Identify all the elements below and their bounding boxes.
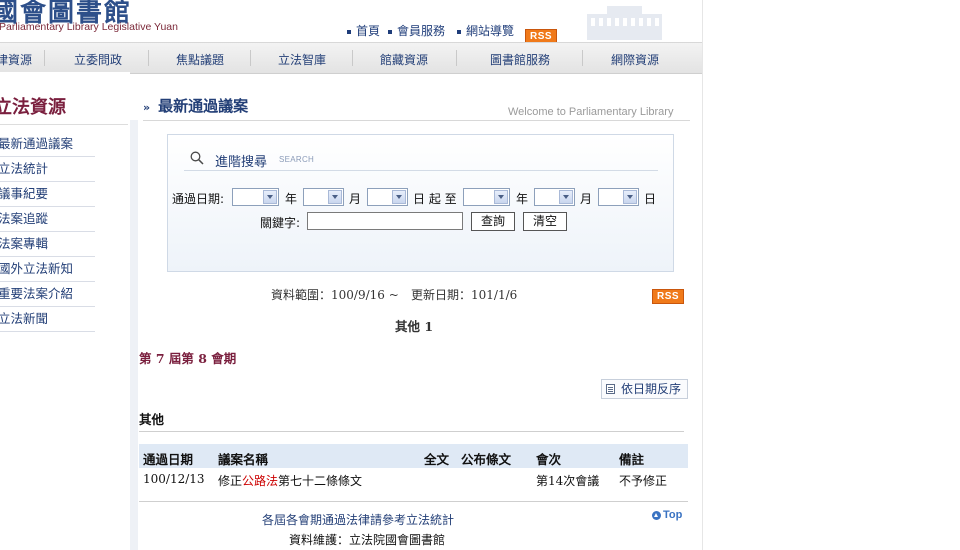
sidebar-item-latest-bills[interactable]: 最新通過議案 bbox=[0, 132, 95, 157]
header-rss-button[interactable]: RSS bbox=[525, 24, 558, 44]
main-navigation: 法律資源 立委問政 焦點議題 立法智庫 館藏資源 圖書館服務 網際資源 bbox=[0, 42, 702, 74]
category-heading: 其他 bbox=[139, 412, 165, 427]
sidebar-item-news[interactable]: 立法新聞 bbox=[0, 307, 95, 332]
nav-separator bbox=[582, 50, 583, 66]
sidebar-item-statistics[interactable]: 立法統計 bbox=[0, 157, 95, 182]
col-session: 會次 bbox=[536, 452, 562, 467]
keyword-label: 關鍵字: bbox=[260, 216, 301, 230]
maintainer-text: 資料維護：立法院國會圖書館 bbox=[289, 533, 446, 547]
query-button[interactable]: 查詢 bbox=[471, 212, 515, 231]
site-logo-english: Parliamentary Library Legislative Yuan bbox=[0, 21, 178, 33]
nav-item-internet[interactable]: 網際資源 bbox=[611, 51, 659, 68]
top-link-home[interactable]: 首頁 bbox=[347, 22, 380, 39]
nav-separator bbox=[456, 50, 457, 66]
to-month-select[interactable] bbox=[534, 188, 575, 206]
top-link-sitemap[interactable]: 網站導覽 bbox=[457, 22, 514, 39]
nav-item-law[interactable]: 法律資源 bbox=[0, 51, 32, 68]
col-name: 議案名稱 bbox=[218, 452, 269, 467]
col-published: 公布條文 bbox=[461, 452, 512, 467]
highlight-keyword: 公路法 bbox=[242, 474, 279, 488]
keyword-input[interactable] bbox=[307, 212, 463, 230]
nav-separator bbox=[352, 50, 353, 66]
to-year-label: 年 bbox=[516, 192, 529, 206]
rss-icon: RSS bbox=[652, 289, 685, 304]
bullet-icon bbox=[388, 29, 392, 34]
browser-viewport: 國會圖書館 Parliamentary Library Legislative … bbox=[0, 0, 703, 550]
table-bottom-divider bbox=[139, 501, 688, 502]
update-date: 更新日期：101/1/6 bbox=[411, 288, 518, 302]
from-month-select[interactable] bbox=[303, 188, 344, 206]
nav-item-thinktank[interactable]: 立法智庫 bbox=[278, 51, 326, 68]
chevron-down-icon bbox=[263, 190, 277, 204]
data-range: 資料範圍：100/9/16 ~ bbox=[271, 288, 399, 302]
nav-separator bbox=[44, 50, 45, 66]
nav-item-library-service[interactable]: 圖書館服務 bbox=[490, 51, 550, 68]
from-year-label: 年 bbox=[285, 192, 298, 206]
title-divider bbox=[143, 120, 690, 121]
top-link-member[interactable]: 會員服務 bbox=[388, 22, 445, 39]
sort-by-date-reverse-button[interactable]: 依日期反序 bbox=[601, 379, 688, 399]
sidebar-title: 立法資源 bbox=[0, 97, 66, 118]
category-divider bbox=[139, 431, 684, 432]
sidebar-item-foreign-news[interactable]: 國外立法新知 bbox=[0, 257, 95, 282]
from-month-label: 月 bbox=[349, 192, 362, 206]
row-bill-name[interactable]: 修正公路法第七十二條條文 bbox=[218, 472, 362, 489]
search-subtitle: SEARCH bbox=[279, 155, 315, 164]
from-year-select[interactable] bbox=[232, 188, 279, 206]
table-header: 通過日期 議案名稱 全文 公布條文 會次 備註 bbox=[139, 444, 688, 468]
page-title: » 最新通過議案 bbox=[143, 97, 249, 115]
to-month-label: 月 bbox=[580, 192, 593, 206]
session-heading: 第 7 屆第 8 會期 bbox=[139, 351, 237, 366]
building-graphic bbox=[587, 6, 662, 40]
sidebar-item-minutes[interactable]: 議事紀要 bbox=[0, 182, 95, 207]
sidebar-stripe bbox=[130, 120, 138, 550]
sidebar-item-tracking[interactable]: 法案追蹤 bbox=[0, 207, 95, 232]
row-session: 第14次會議 bbox=[536, 474, 600, 488]
col-note: 備註 bbox=[619, 452, 645, 467]
nav-item-collection[interactable]: 館藏資源 bbox=[380, 51, 428, 68]
chevron-down-icon bbox=[559, 190, 573, 204]
search-title: 進階搜尋 bbox=[215, 155, 268, 170]
clear-button[interactable]: 清空 bbox=[523, 212, 567, 231]
sidebar-divider bbox=[0, 124, 128, 125]
bullet-icon bbox=[457, 29, 461, 34]
from-day-to-label: 日 起 至 bbox=[413, 192, 457, 206]
from-day-select[interactable] bbox=[367, 188, 408, 206]
chevron-down-icon bbox=[328, 190, 342, 204]
sidebar-item-bill-intro[interactable]: 重要法案介紹 bbox=[0, 282, 95, 307]
row-note: 不予修正 bbox=[619, 474, 668, 488]
chevron-down-icon bbox=[392, 190, 406, 204]
col-fulltext: 全文 bbox=[424, 452, 450, 467]
chevron-down-icon bbox=[623, 190, 637, 204]
sidebar-item-special[interactable]: 法案專輯 bbox=[0, 232, 95, 257]
statistics-reference-link[interactable]: 各屆各會期通過法律請參考立法統計 bbox=[262, 511, 454, 528]
search-icon bbox=[190, 151, 204, 165]
nav-item-legislator[interactable]: 立委問政 bbox=[74, 51, 122, 68]
arrow-up-icon bbox=[652, 510, 661, 520]
nav-separator bbox=[148, 50, 149, 66]
to-day-select[interactable] bbox=[598, 188, 639, 206]
bullet-icon bbox=[347, 29, 351, 34]
nav-separator bbox=[250, 50, 251, 66]
site-header: 國會圖書館 Parliamentary Library Legislative … bbox=[0, 0, 702, 44]
chevron-down-icon bbox=[494, 190, 508, 204]
to-day-label: 日 bbox=[644, 192, 657, 206]
row-date: 100/12/13 bbox=[143, 472, 205, 486]
date-label: 通過日期: bbox=[172, 192, 225, 206]
double-chevron-icon: » bbox=[143, 101, 151, 114]
nav-item-focus[interactable]: 焦點議題 bbox=[176, 51, 224, 68]
search-divider bbox=[184, 170, 658, 171]
list-icon bbox=[606, 384, 615, 394]
to-year-select[interactable] bbox=[463, 188, 510, 206]
welcome-text: Welcome to Parliamentary Library bbox=[508, 106, 674, 118]
back-to-top-link[interactable]: Top bbox=[652, 509, 682, 521]
category-count: 其他 1 bbox=[395, 319, 434, 334]
content-rss-button[interactable]: RSS bbox=[652, 284, 685, 304]
col-date: 通過日期 bbox=[143, 452, 194, 467]
